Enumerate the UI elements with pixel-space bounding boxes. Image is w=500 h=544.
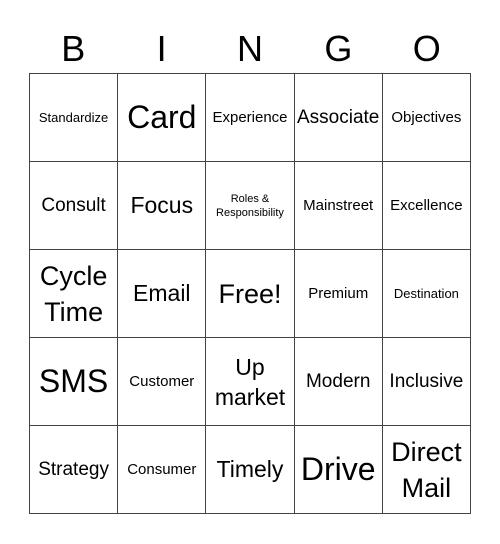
bingo-grid: Standardize Card Experience Associate Ob… [29, 73, 471, 514]
bingo-cell[interactable]: Excellence [382, 162, 471, 250]
bingo-cell[interactable]: Cycle Time [30, 250, 119, 338]
bingo-header: B I N G O [29, 26, 471, 72]
bingo-cell[interactable]: Destination [382, 250, 471, 338]
bingo-cell[interactable]: Direct Mail [382, 426, 471, 514]
header-letter-g: G [324, 28, 353, 69]
bingo-cell[interactable]: Roles & Responsibility [206, 162, 295, 250]
bingo-cell[interactable]: Premium [294, 250, 383, 338]
bingo-cell[interactable]: Associate [294, 74, 383, 162]
bingo-cell[interactable]: Experience [206, 74, 295, 162]
header-letter-b: B [61, 28, 86, 69]
bingo-cell[interactable]: Timely [206, 426, 295, 514]
bingo-cell[interactable]: Mainstreet [294, 162, 383, 250]
bingo-cell[interactable]: Drive [294, 426, 383, 514]
bingo-cell[interactable]: Card [118, 74, 207, 162]
header-letter-n: N [236, 28, 263, 69]
free-space[interactable]: Free! [206, 250, 295, 338]
bingo-cell[interactable]: Consult [30, 162, 119, 250]
bingo-cell[interactable]: Up market [206, 338, 295, 426]
bingo-cell[interactable]: Customer [118, 338, 207, 426]
bingo-cell[interactable]: Modern [294, 338, 383, 426]
bingo-cell[interactable]: Email [118, 250, 207, 338]
bingo-cell[interactable]: Strategy [30, 426, 119, 514]
header-letter-i: I [156, 28, 167, 69]
bingo-cell[interactable]: Focus [118, 162, 207, 250]
bingo-cell[interactable]: Consumer [118, 426, 207, 514]
header-letter-o: O [412, 28, 441, 69]
bingo-cell[interactable]: Standardize [30, 74, 119, 162]
bingo-cell[interactable]: SMS [30, 338, 119, 426]
bingo-cell[interactable]: Objectives [382, 74, 471, 162]
bingo-cell[interactable]: Inclusive [382, 338, 471, 426]
